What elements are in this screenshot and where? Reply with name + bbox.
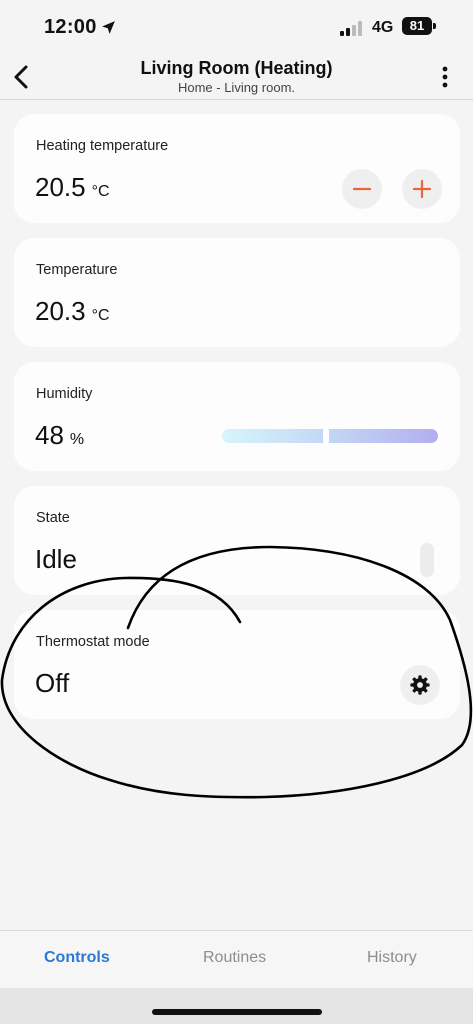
- home-indicator-area: [0, 988, 473, 1024]
- humidity-unit: %: [69, 431, 85, 448]
- thermostat-mode-label: Thermostat mode: [36, 634, 150, 650]
- tab-routines[interactable]: Routines: [203, 949, 266, 967]
- temperature-number: 20.3: [35, 296, 86, 326]
- heating-temperature-label: Heating temperature: [36, 138, 169, 154]
- location-arrow-icon: [102, 21, 115, 34]
- gear-icon: [410, 675, 430, 695]
- heating-temperature-card: Heating temperature 20.5 °C: [14, 114, 460, 223]
- tab-controls[interactable]: Controls: [44, 949, 110, 967]
- home-indicator[interactable]: [152, 1009, 322, 1015]
- heating-temperature-number: 20.5: [35, 172, 86, 202]
- battery-tip: [433, 23, 436, 29]
- battery-icon: 81: [402, 17, 432, 35]
- chevron-left-icon: [14, 65, 28, 89]
- state-label: State: [36, 510, 70, 526]
- status-time: 12:00: [44, 16, 97, 38]
- network-type: 4G: [372, 19, 394, 36]
- humidity-label: Humidity: [36, 386, 93, 402]
- thermostat-mode-value: Off: [35, 668, 70, 698]
- humidity-value: 48%: [35, 420, 84, 451]
- page-title: Living Room (Heating): [140, 58, 333, 78]
- temperature-unit: °C: [91, 307, 110, 324]
- minus-icon: [352, 187, 372, 191]
- tab-history[interactable]: History: [367, 949, 417, 967]
- thermostat-mode-card[interactable]: Thermostat mode Off: [14, 610, 460, 719]
- app-header: Living Room (Heating) Home - Living room…: [0, 52, 473, 100]
- temperature-label: Temperature: [36, 262, 118, 278]
- more-vertical-icon: [442, 66, 448, 88]
- decrease-temperature-button[interactable]: [342, 169, 382, 209]
- humidity-level-bar: [222, 428, 438, 444]
- humidity-level-marker: [322, 428, 329, 444]
- humidity-card: Humidity 48%: [14, 362, 460, 471]
- state-card: State Idle: [14, 486, 460, 595]
- increase-temperature-button[interactable]: [402, 169, 442, 209]
- page-subtitle: Home - Living room.: [177, 80, 296, 95]
- heating-temperature-value: 20.5 °C: [35, 172, 110, 203]
- more-options-button[interactable]: [432, 64, 458, 90]
- signal-strength-icon: [340, 21, 362, 36]
- temperature-card: Temperature 20.3 °C: [14, 238, 460, 347]
- state-indicator: [420, 543, 434, 577]
- humidity-number: 48: [35, 420, 64, 450]
- status-bar: 12:00 4G 81: [0, 0, 473, 52]
- back-button[interactable]: [6, 60, 36, 94]
- bottom-tab-bar: Controls Routines History: [0, 930, 473, 988]
- temperature-value: 20.3 °C: [35, 296, 110, 327]
- plus-icon: [412, 179, 432, 199]
- state-value: Idle: [35, 544, 77, 574]
- heating-temperature-unit: °C: [91, 183, 110, 200]
- thermostat-mode-settings-button[interactable]: [400, 665, 440, 705]
